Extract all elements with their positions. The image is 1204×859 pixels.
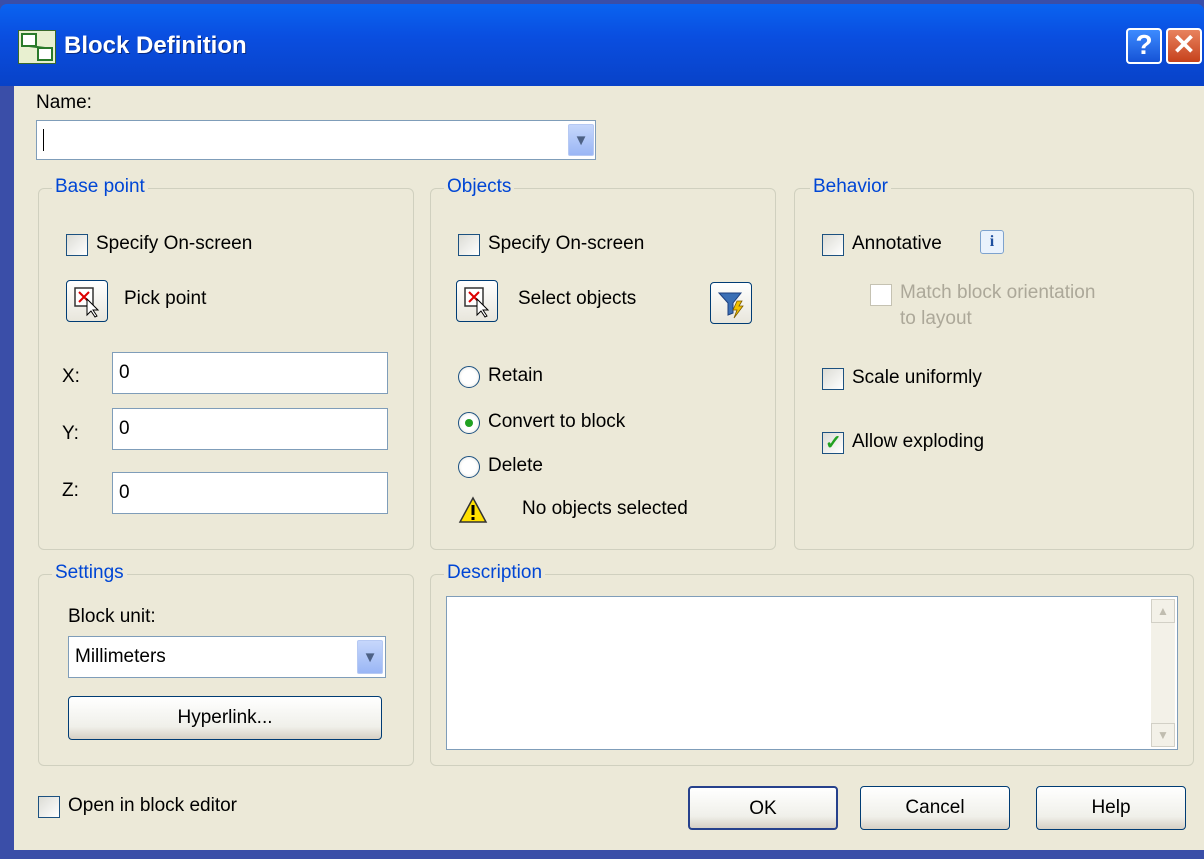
select-objects-button[interactable] xyxy=(456,280,498,322)
help-button[interactable]: Help xyxy=(1036,786,1186,830)
annotative-label: Annotative xyxy=(852,233,942,254)
scale-uniformly-checkbox[interactable] xyxy=(822,368,844,390)
convert-to-block-label: Convert to block xyxy=(488,411,626,432)
name-combobox[interactable]: ▼ xyxy=(36,120,596,160)
block-unit-dropdown-button[interactable]: ▼ xyxy=(357,640,383,674)
behavior-title: Behavior xyxy=(810,176,891,198)
dialog-client-area: Name: ▼ Base point Specify On-screen Pic… xyxy=(14,86,1204,850)
x-field[interactable]: 0 xyxy=(112,352,388,394)
open-in-block-editor-checkbox[interactable] xyxy=(38,796,60,818)
block-definition-dialog: Block Definition ? ✕ Name: ▼ Base point … xyxy=(0,0,1204,859)
text-cursor xyxy=(43,129,44,151)
annotative-checkbox[interactable] xyxy=(822,234,844,256)
block-unit-label: Block unit: xyxy=(68,606,156,627)
radio-selected-dot xyxy=(465,419,473,427)
name-label: Name: xyxy=(36,92,92,113)
title-close-button[interactable]: ✕ xyxy=(1166,28,1202,64)
base-point-title: Base point xyxy=(52,176,148,198)
retain-label: Retain xyxy=(488,365,543,386)
chevron-down-icon: ▼ xyxy=(573,132,589,149)
block-app-icon xyxy=(18,30,56,64)
match-orientation-label-line1: Match block orientation xyxy=(900,282,1096,303)
delete-radio[interactable] xyxy=(458,456,480,478)
checkmark-icon: ✓ xyxy=(825,432,842,454)
objects-status-text: No objects selected xyxy=(522,498,688,519)
allow-exploding-label: Allow exploding xyxy=(852,431,985,452)
filter-icon xyxy=(717,292,744,319)
retain-radio[interactable] xyxy=(458,366,480,388)
settings-title: Settings xyxy=(52,562,127,584)
y-label: Y: xyxy=(62,423,79,444)
quick-select-button[interactable] xyxy=(710,282,752,324)
description-textarea[interactable]: ▲ ▼ xyxy=(446,596,1178,750)
z-field[interactable]: 0 xyxy=(112,472,388,514)
cancel-button[interactable]: Cancel xyxy=(860,786,1010,830)
chevron-down-icon: ▼ xyxy=(362,649,378,666)
hyperlink-button[interactable]: Hyperlink... xyxy=(68,696,382,740)
description-scrollbar[interactable]: ▲ ▼ xyxy=(1151,599,1175,747)
scroll-up-icon[interactable]: ▲ xyxy=(1151,599,1175,623)
allow-exploding-checkbox[interactable]: ✓ xyxy=(822,432,844,454)
open-in-block-editor-label: Open in block editor xyxy=(68,795,237,816)
title-help-button[interactable]: ? xyxy=(1126,28,1162,64)
warning-icon xyxy=(458,496,488,523)
objects-title: Objects xyxy=(444,176,515,198)
select-objects-icon xyxy=(464,287,490,318)
info-icon[interactable]: i xyxy=(980,230,1004,254)
select-objects-label: Select objects xyxy=(518,288,637,309)
base-specify-checkbox[interactable] xyxy=(66,234,88,256)
ok-button[interactable]: OK xyxy=(688,786,838,830)
x-label: X: xyxy=(62,366,80,387)
pick-point-icon xyxy=(74,287,100,318)
convert-to-block-radio[interactable] xyxy=(458,412,480,434)
objects-specify-checkbox[interactable] xyxy=(458,234,480,256)
base-specify-label: Specify On-screen xyxy=(96,233,253,254)
pick-point-label: Pick point xyxy=(124,288,207,309)
scroll-down-icon[interactable]: ▼ xyxy=(1151,723,1175,747)
title-bar[interactable]: Block Definition ? ✕ xyxy=(0,4,1204,86)
window-title: Block Definition xyxy=(64,32,247,59)
y-field[interactable]: 0 xyxy=(112,408,388,450)
objects-specify-label: Specify On-screen xyxy=(488,233,645,254)
scale-uniformly-label: Scale uniformly xyxy=(852,367,982,388)
description-title: Description xyxy=(444,562,546,584)
z-label: Z: xyxy=(62,480,79,501)
match-orientation-label-line2: to layout xyxy=(900,308,972,329)
block-unit-value: Millimeters xyxy=(75,646,166,667)
block-unit-select[interactable]: Millimeters ▼ xyxy=(68,636,386,678)
delete-label: Delete xyxy=(488,455,543,476)
pick-point-button[interactable] xyxy=(66,280,108,322)
match-orientation-checkbox[interactable] xyxy=(870,284,892,306)
name-dropdown-button[interactable]: ▼ xyxy=(568,124,594,156)
